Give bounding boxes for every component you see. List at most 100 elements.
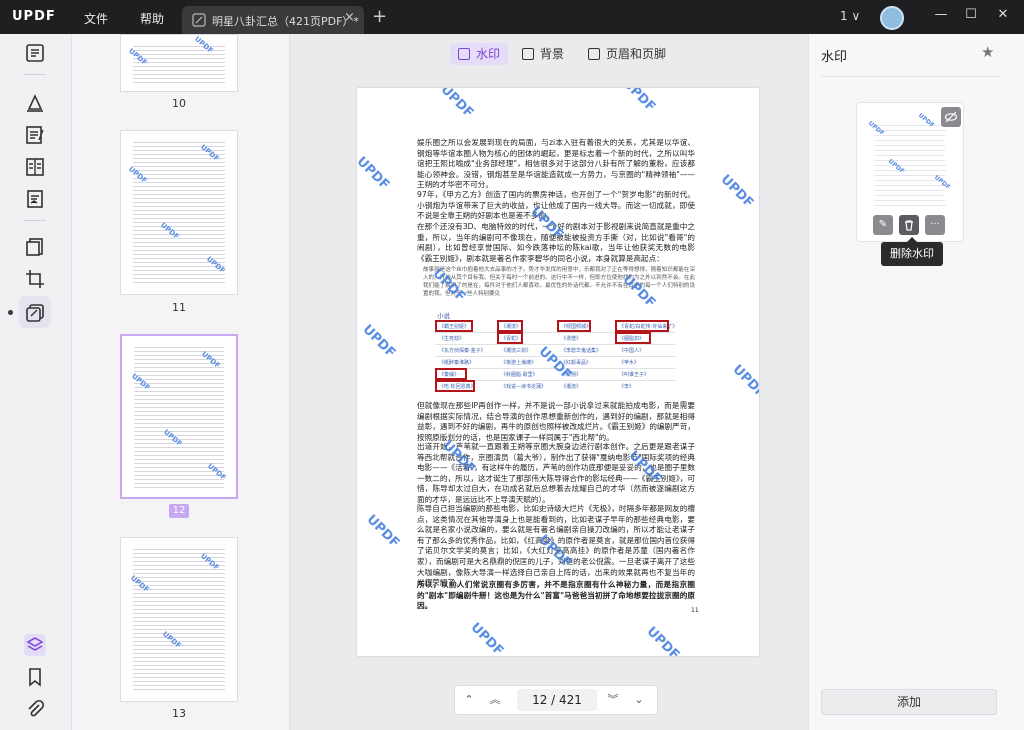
table-cell: 《李》 [619,384,635,390]
first-page-button[interactable]: ⌃ [461,692,477,708]
tab-watermark-label: 水印 [476,47,501,61]
paragraph: 但就像现在那些IP再创作一样，并不是说一部小说拿过来就能拍成电影，而是需要编剧根… [417,401,695,442]
form-icon[interactable] [24,156,46,178]
layers-icon[interactable] [24,634,46,656]
background-icon [522,48,534,60]
comment-icon[interactable] [24,92,46,114]
watermark-text: UPDF [729,362,759,401]
table-cell: 《中国人》 [619,348,645,354]
delete-watermark-icon[interactable] [899,215,919,235]
tab-title: 明星八卦汇总（421页PDF）* [212,15,359,28]
next-page-button[interactable]: ︾ [605,692,621,708]
app-logo: UPDF [12,9,56,24]
version-selector[interactable]: 1 ∨ [840,9,860,23]
watermark-text: UPDF [643,624,683,656]
menu-help[interactable]: 帮助 [140,10,164,27]
reader-icon[interactable] [24,42,46,64]
rail-divider [24,220,46,221]
tab-watermark[interactable]: 水印 [450,43,509,65]
hide-watermark-icon[interactable] [941,107,961,127]
menu-file[interactable]: 文件 [84,10,108,27]
pdf-page[interactable]: 娱乐圈之所以会发展到现在的局面，与zi本入驻有着很大的关系，尤其是以华谊、钢炮等… [357,88,759,656]
page-tools-icon[interactable] [24,302,46,324]
highlight-box [557,320,591,332]
thumbnail-number: 10 [172,97,186,110]
watermark-text: UPDF [437,88,477,121]
panel-divider [821,76,1001,77]
tab-header-footer-label: 页眉和页脚 [606,47,667,61]
avatar[interactable] [880,6,904,30]
watermark-text: UPDF [619,88,659,115]
edit-watermark-icon[interactable]: ✎ [873,215,893,235]
previous-page-button[interactable]: ︽ [487,692,503,708]
tool-rail [0,34,72,730]
page-tools-tabs: 水印 背景 页眉和页脚 [290,34,808,72]
thumbnail-number: 11 [172,301,186,314]
watermark-text: UPDF [357,154,393,193]
panel-collapse-dot[interactable] [8,310,13,315]
more-options-icon[interactable]: ··· [925,215,945,235]
watermark-panel: 水印 ★ UPDF UPDF UPDF UPDF ✎ ··· 删除水印 添加 [808,34,1024,730]
chevron-down-icon: ∨ [851,9,861,23]
page-thumbnail[interactable]: UPDF UPDF UPDF [120,537,238,702]
last-page-button[interactable]: ⌄ [631,692,647,708]
page-number-input[interactable]: 12 / 421 [517,689,597,711]
watermark-text: UPDF [467,620,507,656]
highlight-box [615,320,669,332]
panel-title: 水印 [821,50,848,65]
fill-sign-icon[interactable] [24,188,46,210]
edit-text-icon[interactable] [24,124,46,146]
version-label: 1 [840,9,848,23]
header-footer-icon [588,48,600,60]
document-tab[interactable]: 明星八卦汇总（421页PDF）* × [182,6,364,34]
tab-background[interactable]: 背景 [514,43,572,65]
page-thumbnail[interactable]: UPDF UPDF [120,34,238,92]
highlight-box [435,380,475,392]
page-number: 11 [691,607,699,614]
maximize-button[interactable]: ☐ [962,7,980,25]
highlight-box [497,332,523,344]
minimize-button[interactable]: — [932,7,950,25]
page-thumbnail[interactable]: UPDF UPDF UPDF UPDF [120,130,238,295]
highlight-box [497,320,523,332]
watermark-text: UPDF [359,322,399,361]
thumbnail-panel: UPDF UPDF 10 UPDF UPDF UPDF UPDF 11 UPDF… [72,34,290,730]
table-cell: 《诱僧》 [561,336,582,342]
watermark-text: UPDF [363,512,403,551]
table-cell: 《东方侦探秦·金子》 [439,348,486,354]
page-navigator: ⌃ ︽ 12 / 421 ︾ ⌄ [454,685,658,715]
bookmark-icon[interactable] [24,666,46,688]
watermark-text: UPDF [717,172,757,211]
highlight-box [435,368,467,380]
edit-icon [192,13,206,27]
table-cell: 《潮流》 [561,384,582,390]
thumbnail-number-selected: 12 [169,504,189,518]
table-cell: 《秋胭脂·歌里》 [501,372,538,378]
tab-header-footer[interactable]: 页眉和页脚 [580,43,674,65]
table-cell: 《夜游上海滩》 [501,360,537,366]
paragraph: 97年，《甲方乙方》创造了国内的票房神话，也开创了一个"贺岁电影"的新时代。小钢… [417,190,695,221]
table-cell: 《苹木》 [619,360,640,366]
new-tab-button[interactable]: + [372,6,387,27]
crop-icon[interactable] [24,268,46,290]
close-window-button[interactable]: ✕ [994,7,1012,25]
watermark-template-card[interactable]: UPDF UPDF UPDF UPDF ✎ ··· [856,102,964,242]
organize-pages-icon[interactable] [24,236,46,258]
tab-close-icon[interactable]: × [344,10,355,25]
star-icon[interactable]: ★ [981,43,994,61]
attachment-icon[interactable] [24,698,46,720]
highlight-box [615,332,651,344]
title-bar: UPDF 文件 帮助 明星八卦汇总（421页PDF）* × + 1 ∨ — ☐ … [0,0,1024,34]
page-thumbnail-selected[interactable]: UPDF UPDF UPDF UPDF [120,334,238,499]
highlight-box [435,320,473,332]
rail-divider [24,74,46,75]
table-cell: 《叫谁王子》 [619,372,650,378]
document-viewer: 水印 背景 页眉和页脚 娱乐圈之所以会发展到现在的局面，与zi本入驻有着很大的关… [290,34,808,730]
table-cell: 《李碧华鬼话集》 [561,348,602,354]
paragraph: 所以，以前人们常说京圈有多厉害，并不是指京圈有什么神秘力量，而是指京圈的"剧本"… [417,580,695,611]
table-title: 小说 [437,312,450,320]
table-cell: 《戏说—诗书论蒲》 [501,384,547,390]
add-watermark-button[interactable]: 添加 [821,689,997,715]
tab-background-label: 背景 [540,47,565,61]
delete-watermark-tooltip: 删除水印 [881,237,943,266]
